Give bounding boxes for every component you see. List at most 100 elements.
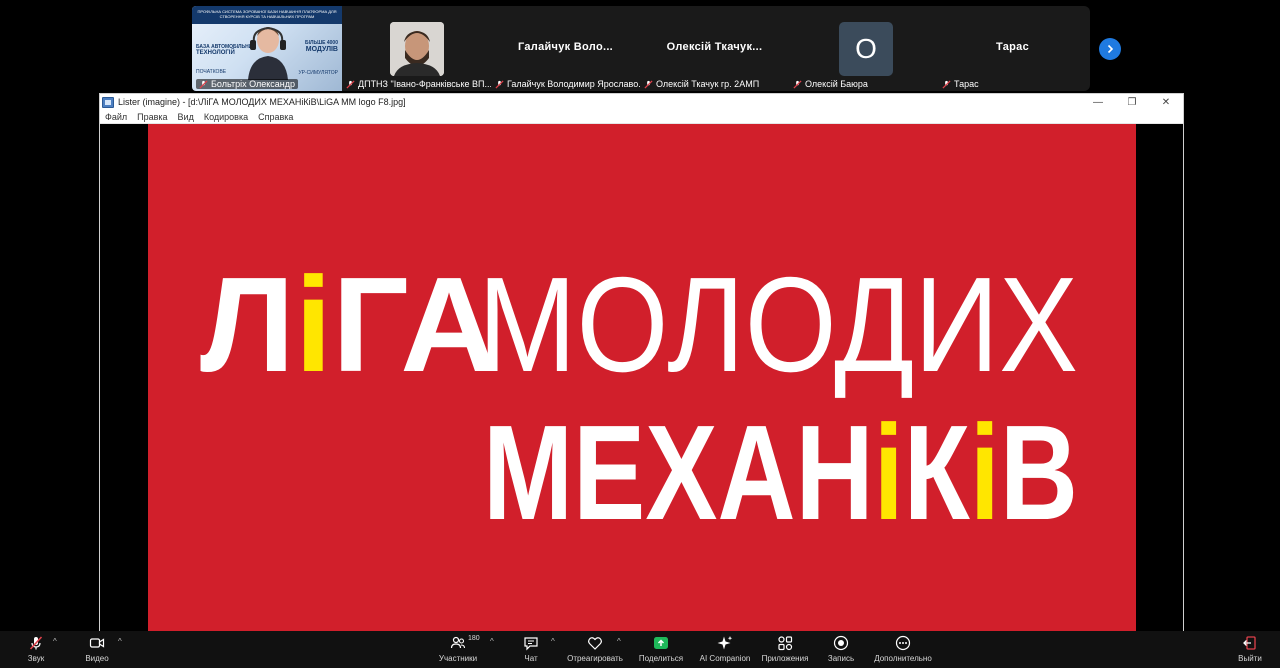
menu-edit[interactable]: Правка xyxy=(132,112,172,122)
participant-name-text: Олексій Ткачук гр. 2АМП xyxy=(656,79,760,89)
record-button[interactable]: Запись xyxy=(826,634,856,668)
next-participants-button[interactable] xyxy=(1099,38,1121,60)
leave-button[interactable]: Выйти xyxy=(1236,634,1264,668)
participants-options-caret[interactable]: ^ xyxy=(490,637,494,646)
logo-text-molodykh: МОЛОДИХ xyxy=(478,249,1078,400)
slide-text: ПОЧАТКОВЕ xyxy=(196,69,227,75)
share-screen-icon xyxy=(653,634,669,652)
participant-name-text: Больтріх Олександр xyxy=(211,79,296,89)
apps-icon xyxy=(777,634,793,652)
participant-name: Больтріх Олександр xyxy=(196,79,299,89)
chevron-right-icon xyxy=(1107,44,1114,54)
mic-muted-icon xyxy=(346,79,355,89)
participant-tile[interactable]: О Олексій Баюра xyxy=(789,6,938,91)
menu-bar: Файл Правка Вид Кодировка Справка xyxy=(100,110,1183,124)
mic-muted-icon xyxy=(644,79,653,89)
window-title: Lister (imagine) - [d:\ЛіГА МОЛОДИХ МЕХА… xyxy=(118,97,406,107)
chat-options-caret[interactable]: ^ xyxy=(551,637,555,646)
mic-muted-icon xyxy=(28,634,44,652)
logo-accent-letter: і xyxy=(295,249,333,400)
shared-screen-lister-window: Lister (imagine) - [d:\ЛіГА МОЛОДИХ МЕХА… xyxy=(99,93,1184,632)
logo-letter: ГА xyxy=(332,249,498,400)
participant-name: Олексій Ткачук гр. 2АМП xyxy=(644,79,759,89)
audio-button[interactable]: Звук xyxy=(24,634,48,668)
menu-view[interactable]: Вид xyxy=(173,112,199,122)
react-label: Отреагировать xyxy=(567,654,623,663)
ai-companion-button[interactable]: AI Companion xyxy=(697,634,753,668)
window-titlebar[interactable]: Lister (imagine) - [d:\ЛіГА МОЛОДИХ МЕХА… xyxy=(100,94,1183,110)
avatar xyxy=(390,22,444,76)
participant-name-text: Олексій Баюра xyxy=(805,79,868,89)
record-label: Запись xyxy=(827,654,855,663)
more-button[interactable]: Дополнительно xyxy=(872,634,934,668)
logo-letter: К xyxy=(904,397,971,548)
mic-muted-icon xyxy=(942,79,951,89)
close-button[interactable]: ✕ xyxy=(1149,94,1183,110)
react-options-caret[interactable]: ^ xyxy=(617,637,621,646)
more-label: Дополнительно xyxy=(874,654,932,663)
zoom-meeting-window: ПРОФІЛЬНА СИСТЕМА ЗОРОВАНОЇ БАЗИ НАВЧАНН… xyxy=(0,0,1280,668)
video-options-caret[interactable]: ^ xyxy=(118,637,122,646)
participants-icon xyxy=(450,634,466,652)
participant-name-text: Тарас xyxy=(954,79,979,89)
avatar-photo-icon xyxy=(390,22,444,76)
participant-tile[interactable]: Тарас Тарас xyxy=(938,6,1087,91)
react-button[interactable]: Отреагировать xyxy=(566,634,624,668)
liga-logo-image: ЛіГА МОЛОДИХ МЕХАНіКіВ xyxy=(148,124,1136,632)
logo-letter: В xyxy=(1000,397,1078,548)
participant-name: Олексій Баюра xyxy=(793,79,868,89)
video-label: Видео xyxy=(85,654,109,663)
logo-accent-letter: і xyxy=(874,397,904,548)
menu-help[interactable]: Справка xyxy=(253,112,298,122)
ai-companion-label: AI Companion xyxy=(699,654,751,663)
participant-name: Галайчук Володимир Ярославо... xyxy=(495,79,640,89)
mic-muted-icon xyxy=(495,79,504,89)
participants-count: 180 xyxy=(468,635,480,642)
participant-name-text: Галайчук Володимир Ярославо... xyxy=(507,79,640,89)
participant-video-person xyxy=(248,26,288,80)
audio-label: Звук xyxy=(27,654,45,663)
mic-muted-icon xyxy=(793,79,802,89)
participant-display-name: Тарас xyxy=(995,41,1030,53)
logo-letter: Л xyxy=(200,249,295,400)
logo-text-liga: ЛіГА xyxy=(200,249,498,400)
chat-button[interactable]: Чат xyxy=(521,634,541,668)
menu-encoding[interactable]: Кодировка xyxy=(199,112,253,122)
record-icon xyxy=(833,634,849,652)
logo-accent-letter: і xyxy=(970,397,1000,548)
image-viewer-area: ЛіГА МОЛОДИХ МЕХАНіКіВ xyxy=(100,124,1183,632)
participant-name: Тарас xyxy=(942,79,979,89)
share-label: Поделиться xyxy=(638,654,684,663)
participant-display-name: Галайчук Воло... xyxy=(517,41,614,53)
slide-text: ТЕХНОЛОГІЙ xyxy=(196,50,235,56)
participant-strip: ПРОФІЛЬНА СИСТЕМА ЗОРОВАНОЇ БАЗИ НАВЧАНН… xyxy=(192,6,1090,91)
chat-label: Чат xyxy=(524,654,538,663)
logo-text-mekhanikiv: МЕХАНіКіВ xyxy=(483,397,1078,548)
logo-graphic: ЛіГА МОЛОДИХ МЕХАНіКіВ xyxy=(200,249,1078,548)
chat-icon xyxy=(523,634,539,652)
video-camera-icon xyxy=(89,634,105,652)
apps-button[interactable]: Приложения xyxy=(759,634,811,668)
participant-tile[interactable]: ДПТНЗ "Івано-Франківське ВП... xyxy=(342,6,491,91)
participant-tile-video[interactable]: ПРОФІЛЬНА СИСТЕМА ЗОРОВАНОЇ БАЗИ НАВЧАНН… xyxy=(192,6,342,91)
slide-text: МОДУЛІВ xyxy=(305,46,338,53)
audio-options-caret[interactable]: ^ xyxy=(53,637,57,646)
video-button[interactable]: Видео xyxy=(84,634,110,668)
lister-app-icon xyxy=(102,96,114,108)
apps-label: Приложения xyxy=(761,654,809,663)
share-screen-button[interactable]: Поделиться xyxy=(637,634,685,668)
minimize-button[interactable]: — xyxy=(1081,94,1115,110)
participant-tile[interactable]: Галайчук Воло... Галайчук Володимир Ярос… xyxy=(491,6,640,91)
menu-file[interactable]: Файл xyxy=(100,112,132,122)
sparkle-icon xyxy=(717,634,733,652)
mic-muted-icon xyxy=(199,79,208,89)
participant-tile[interactable]: Олексій Ткачук... Олексій Ткачук гр. 2АМ… xyxy=(640,6,789,91)
meeting-toolbar: Звук ^ Видео ^ Участники 180 ^ Чат ^ Отр… xyxy=(0,631,1280,668)
participants-label: Участники xyxy=(438,654,478,663)
more-dots-icon xyxy=(895,634,911,652)
logo-letter: МЕХАН xyxy=(483,397,874,548)
maximize-button[interactable]: ❐ xyxy=(1115,94,1149,110)
avatar: О xyxy=(839,22,893,76)
participant-name-text: ДПТНЗ "Івано-Франківське ВП... xyxy=(358,79,491,89)
slide-text: УР-СИМУЛЯТОР xyxy=(298,70,338,76)
